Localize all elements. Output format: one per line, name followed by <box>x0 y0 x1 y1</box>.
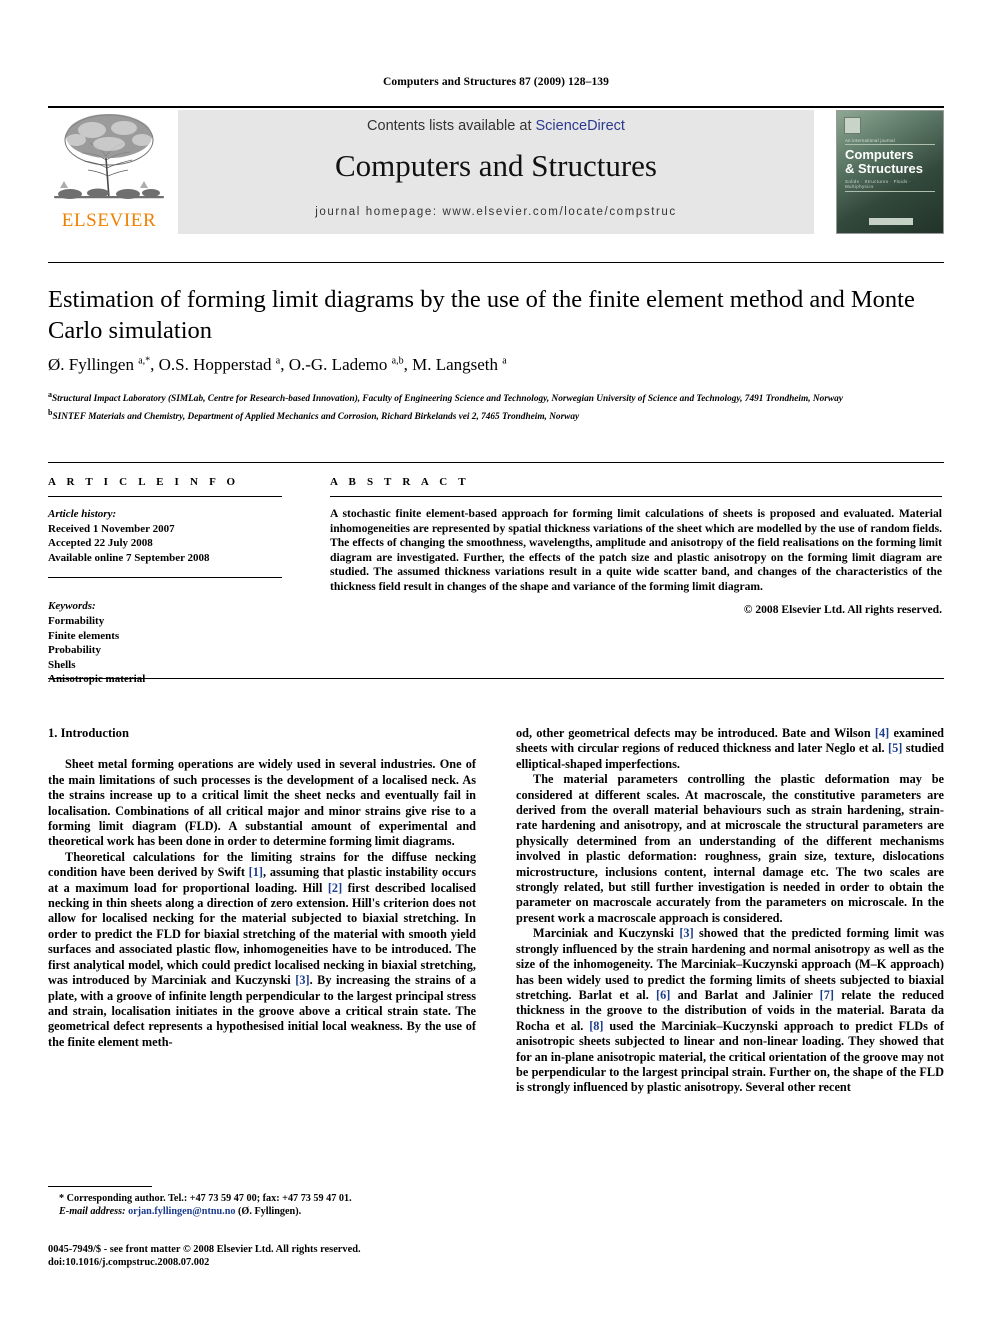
article-page: Computers and Structures 87 (2009) 128–1… <box>0 0 992 1323</box>
body-paragraph: Marciniak and Kuczynski [3] showed that … <box>516 926 945 1095</box>
issn-doi-block: 0045-7949/$ - see front matter © 2008 El… <box>48 1243 588 1270</box>
email-label: E-mail address: <box>59 1206 126 1218</box>
info-divider-bottom <box>48 678 944 679</box>
abstract-column: A stochastic finite element-based approa… <box>330 496 942 617</box>
article-info-heading: A R T I C L E I N F O <box>48 476 240 488</box>
title-divider <box>48 262 944 263</box>
abstract-copyright: © 2008 Elsevier Ltd. All rights reserved… <box>743 602 942 616</box>
journal-cover-thumbnail: An international journal Computers & Str… <box>836 110 944 234</box>
article-title: Estimation of forming limit diagrams by … <box>48 286 915 344</box>
email-link[interactable]: orjan.fyllingen@ntnu.no <box>128 1206 235 1217</box>
contents-prefix: Contents lists available at <box>367 118 536 134</box>
affiliation-b: bSINTEF Materials and Chemistry, Departm… <box>48 408 580 423</box>
abstract-text: A stochastic finite element-based approa… <box>330 507 942 593</box>
cover-name-line2: & Structures <box>845 161 924 176</box>
info-divider-top <box>48 462 944 463</box>
journal-homepage-link[interactable]: journal homepage: www.elsevier.com/locat… <box>178 206 814 218</box>
cover-rule-top <box>845 144 935 145</box>
body-paragraph: Theoretical calculations for the limitin… <box>48 849 477 1049</box>
history-item: Accepted 22 July 2008 <box>48 537 153 550</box>
footnote-divider <box>48 1186 152 1187</box>
keyword-item: Probability <box>48 644 101 657</box>
keywords-label: Keywords: <box>48 600 96 613</box>
cover-journal-name: Computers & Structures <box>845 148 937 176</box>
body-paragraph: od, other geometrical defects may be int… <box>516 726 944 771</box>
article-info-column: Article history: Received 1 November 200… <box>48 496 282 687</box>
body-paragraph: Sheet metal forming operations are widel… <box>48 757 476 849</box>
keyword-item: Shells <box>48 658 76 671</box>
issn-line: 0045-7949/$ - see front matter © 2008 El… <box>48 1244 361 1255</box>
body-column-left: 1. Introduction Sheet metal forming oper… <box>48 726 476 1050</box>
cover-footer-block <box>869 218 913 225</box>
email-suffix: (Ø. Fyllingen). <box>235 1206 302 1218</box>
elsevier-logo: ELSEVIER <box>48 110 170 234</box>
running-head: Computers and Structures 87 (2009) 128–1… <box>383 76 609 88</box>
sciencedirect-link[interactable]: ScienceDirect <box>536 118 625 134</box>
cover-keywords: Solids · Structures · Fluids · Multiphys… <box>845 179 912 189</box>
info-rule-b <box>48 577 282 579</box>
abstract-heading: A B S T R A C T <box>330 476 470 488</box>
body-paragraph: The material parameters controlling the … <box>516 772 944 925</box>
keywords-block: Keywords: Formability Finite elements Pr… <box>48 590 282 687</box>
journal-masthead: ELSEVIER Contents lists available at Sci… <box>48 106 944 236</box>
masthead-banner: Contents lists available at ScienceDirec… <box>178 110 814 234</box>
cover-rule-bottom <box>845 191 935 192</box>
elsevier-tree-icon <box>54 114 164 199</box>
elsevier-wordmark: ELSEVIER <box>61 210 157 231</box>
journal-title: Computers and Structures <box>334 148 657 183</box>
article-history: Article history: Received 1 November 200… <box>48 507 282 565</box>
affiliations: aStructural Impact Laboratory (SIMLab, C… <box>48 388 938 425</box>
keyword-item: Formability <box>48 614 105 627</box>
article-history-label: Article history: <box>48 508 117 520</box>
contents-list-line: Contents lists available at ScienceDirec… <box>178 118 814 134</box>
cover-tagline: An international journal <box>845 138 896 143</box>
corresponding-author-line: * Corresponding author. Tel.: +47 73 59 … <box>59 1193 352 1204</box>
keyword-item: Finite elements <box>48 629 120 642</box>
history-item: Available online 7 September 2008 <box>48 551 210 564</box>
cover-name-line1: Computers <box>845 147 914 162</box>
keyword-item: Anisotropic material <box>48 673 146 686</box>
corresponding-author-footnote: * Corresponding author. Tel.: +47 73 59 … <box>48 1192 476 1218</box>
cover-publisher-icon <box>844 117 861 134</box>
affiliation-a-text: Structural Impact Laboratory (SIMLab, Ce… <box>52 394 843 405</box>
author-list: Ø. Fyllingen a,*, O.S. Hopperstad a, O.-… <box>48 355 507 374</box>
email-line: E-mail address: orjan.fyllingen@ntnu.no … <box>48 1205 476 1218</box>
history-item: Received 1 November 2007 <box>48 522 175 535</box>
info-rule-a <box>48 496 282 497</box>
affiliation-a: aStructural Impact Laboratory (SIMLab, C… <box>48 390 843 405</box>
affiliation-b-text: SINTEF Materials and Chemistry, Departme… <box>52 412 580 423</box>
body-column-right: od, other geometrical defects may be int… <box>516 726 944 1096</box>
section-heading-introduction: 1. Introduction <box>48 726 129 740</box>
doi-line: doi:10.1016/j.compstruc.2008.07.002 <box>48 1257 210 1269</box>
abstract-rule <box>330 496 942 497</box>
